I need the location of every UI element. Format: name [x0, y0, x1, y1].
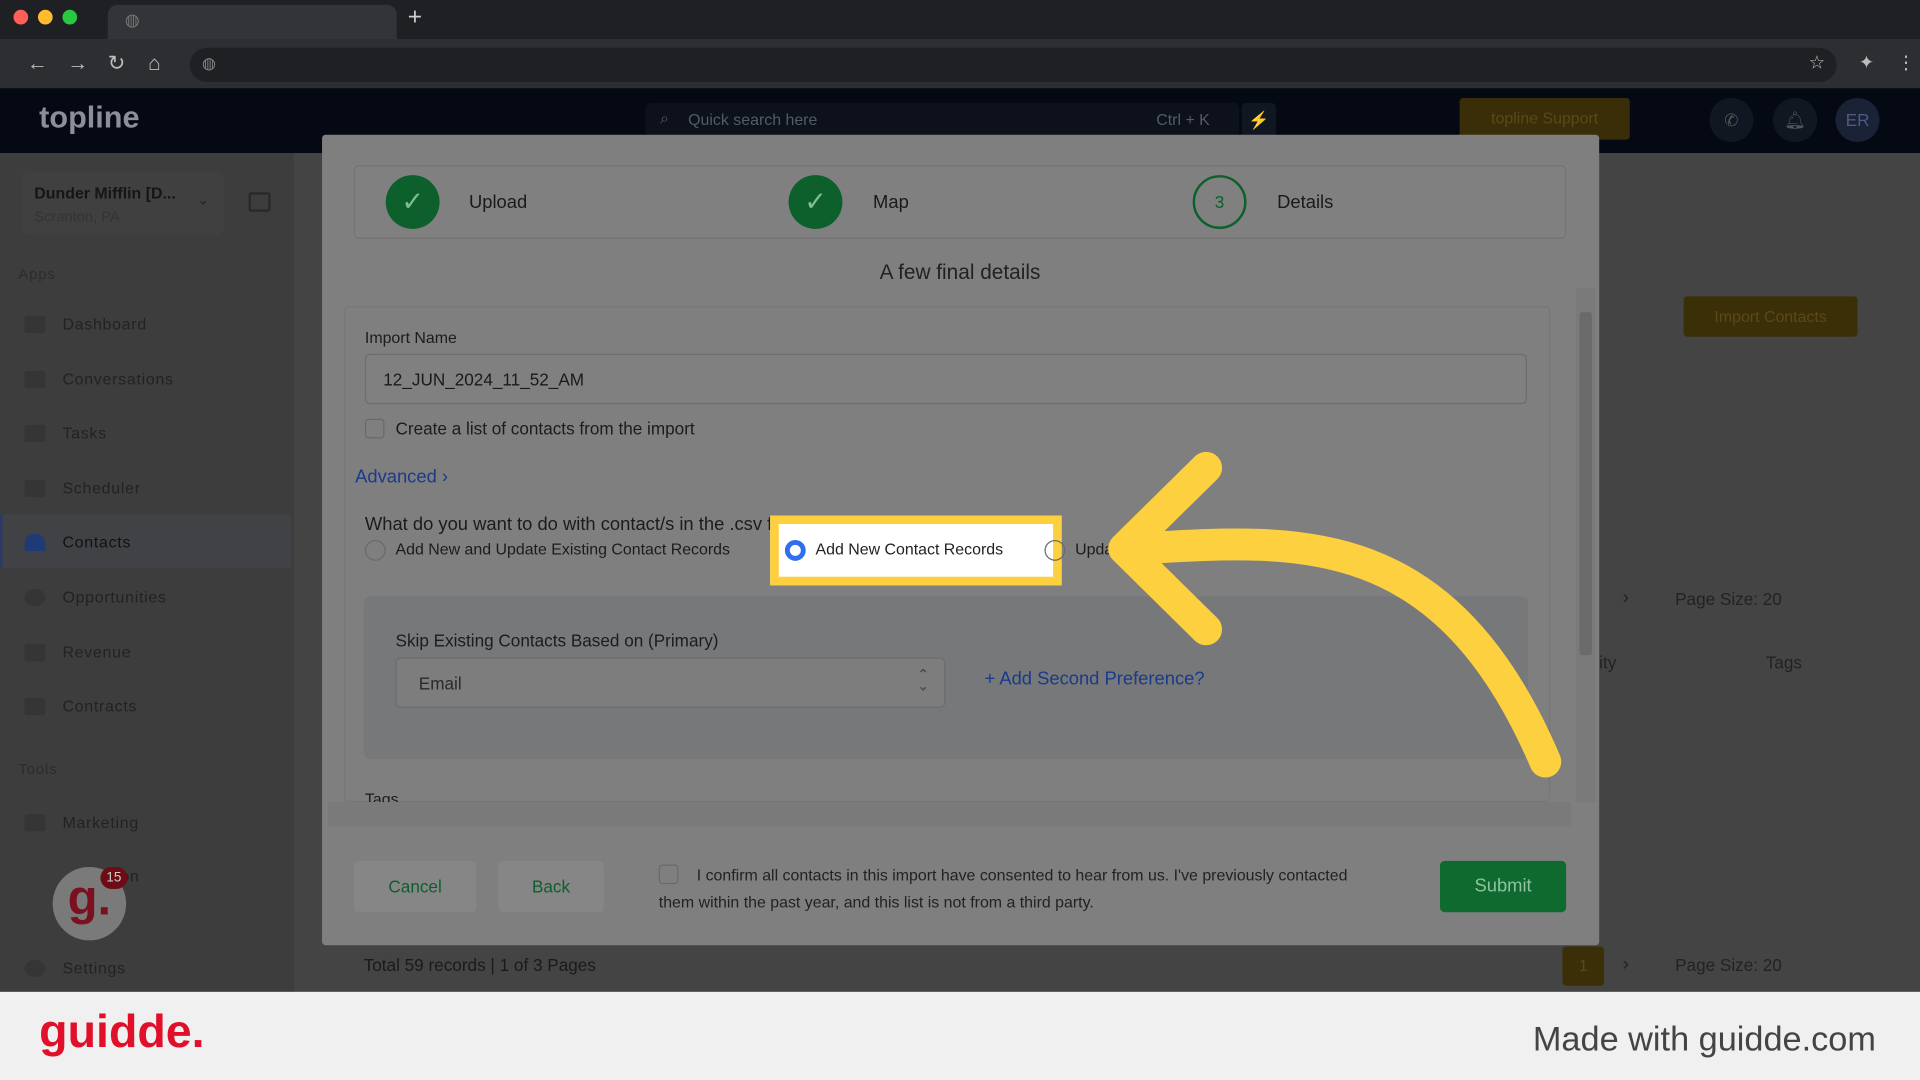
screen: ◍ + ← → ↻ ⌂ ◍ ☆ ✦ ⋮ topline ⌕ Quick sear… — [0, 0, 1920, 1080]
annotation-arrow — [1108, 451, 1562, 778]
guidde-logo: guidde. — [39, 1006, 205, 1058]
made-with-text: Made with guidde.com — [1532, 1020, 1876, 1058]
